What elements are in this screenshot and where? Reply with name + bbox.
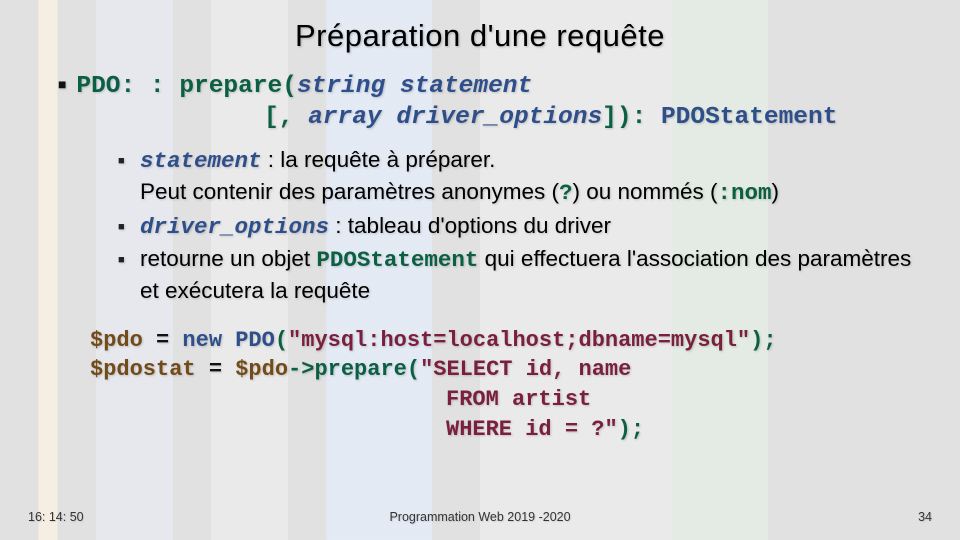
code-line: FROM artist xyxy=(90,385,914,415)
bullet-icon: ■ xyxy=(118,145,140,169)
code-line: $pdostat = $pdo->prepare("SELECT id, nam… xyxy=(90,355,914,385)
sig-line2: [, array driver_options]): PDOStatement xyxy=(264,103,914,134)
slide-content: ■PDO: : prepare(string statement [, arra… xyxy=(0,54,960,444)
param-code: driver_options xyxy=(140,214,329,240)
sig-param1-name: statement xyxy=(400,73,532,100)
code-line: $pdo = new PDO("mysql:host=localhost;dbn… xyxy=(90,326,914,356)
sig-param2-name: driver_options xyxy=(396,104,602,131)
method-signature: ■PDO: : prepare(string statement [, arra… xyxy=(86,72,914,133)
sig-param2-type: array xyxy=(308,104,382,131)
list-item: ■ retourne un objet PDOStatement qui eff… xyxy=(118,244,914,305)
sig-opt-open: [, xyxy=(264,104,293,131)
description-list: ■ statement : la requête à préparer. Peu… xyxy=(118,145,914,305)
code-example: $pdo = new PDO("mysql:host=localhost;dbn… xyxy=(90,326,914,445)
footer-time: 16: 14: 50 xyxy=(28,510,84,524)
sig-opt-close: ]): xyxy=(602,104,646,131)
code-line: WHERE id = ?"); xyxy=(90,415,914,445)
bullet-icon: ■ xyxy=(58,78,66,94)
bullet-icon: ■ xyxy=(118,244,140,268)
slide-footer: 16: 14: 50 Programmation Web 2019 -2020 … xyxy=(0,510,960,524)
sig-name: PDO: : prepare xyxy=(76,73,282,100)
footer-page: 34 xyxy=(918,510,932,524)
sig-return: PDOStatement xyxy=(661,104,837,131)
bullet-icon: ■ xyxy=(118,211,140,235)
list-item-text: retourne un objet PDOStatement qui effec… xyxy=(140,244,914,305)
slide: Préparation d'une requête ■PDO: : prepar… xyxy=(0,0,960,540)
class-code: PDOStatement xyxy=(316,247,478,273)
list-item-text: driver_options : tableau d'options du dr… xyxy=(140,211,611,243)
param-code: statement xyxy=(140,148,262,174)
slide-title: Préparation d'une requête xyxy=(0,0,960,54)
list-item-text: statement : la requête à préparer. Peut … xyxy=(140,145,779,208)
sig-param1-type: string xyxy=(297,73,385,100)
list-item: ■ driver_options : tableau d'options du … xyxy=(118,211,914,243)
footer-course: Programmation Web 2019 -2020 xyxy=(389,510,570,524)
list-item: ■ statement : la requête à préparer. Peu… xyxy=(118,145,914,208)
